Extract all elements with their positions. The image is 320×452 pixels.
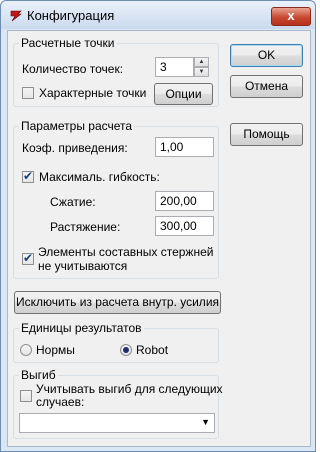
points-count-label: Количество точек: <box>22 62 124 76</box>
norms-radio[interactable] <box>20 344 32 356</box>
calc-points-group-title: Расчетные точки <box>19 36 117 50</box>
options-button[interactable]: Опции <box>154 83 213 105</box>
close-button[interactable]: x <box>271 7 311 26</box>
characteristic-points-checkbox[interactable] <box>22 87 34 99</box>
configuration-dialog: Конфигурация x Расчетные точки Количеств… <box>0 0 316 452</box>
composite-elements-checkbox[interactable] <box>22 251 34 265</box>
bending-cases-dropdown[interactable]: ▼ <box>19 413 215 433</box>
consider-bending-label-line1: Учитывать выгиб для следующих <box>36 382 223 396</box>
calc-params-group-title: Параметры расчета <box>19 119 135 133</box>
ok-button[interactable]: OK <box>230 44 303 67</box>
dropdown-arrow-icon[interactable]: ▼ <box>201 417 210 427</box>
norms-label: Нормы <box>36 343 75 357</box>
units-group-title: Единицы результатов <box>19 321 144 335</box>
max-flexibility-checkbox[interactable] <box>22 169 34 183</box>
points-count-spinner[interactable]: ▲ ▼ <box>194 57 209 77</box>
consider-bending-label-line2: случаев: <box>36 395 85 409</box>
close-icon: x <box>287 8 295 23</box>
bending-group-title: Выгиб <box>19 368 58 382</box>
cancel-button[interactable]: Отмена <box>230 75 303 98</box>
composite-elements-label-line2: не учитываются <box>38 259 128 273</box>
points-count-input[interactable]: 3 <box>155 57 194 77</box>
title-bar[interactable]: Конфигурация x <box>1 1 315 29</box>
robot-label: Robot <box>136 343 169 357</box>
robot-radio[interactable] <box>120 344 132 356</box>
dialog-client-area: Расчетные точки Количество точек: 3 ▲ ▼ … <box>7 30 311 447</box>
window-title: Конфигурация <box>27 8 115 23</box>
help-button[interactable]: Помощь <box>230 123 303 146</box>
composite-elements-label-line1: Элементы составных стержней <box>38 245 214 259</box>
compression-label: Сжатие: <box>50 195 96 209</box>
tension-input[interactable]: 300,00 <box>155 216 214 236</box>
reduction-coef-label: Коэф. приведения: <box>22 141 128 155</box>
spin-up-icon[interactable]: ▲ <box>194 57 209 67</box>
max-flexibility-label: Максималь. гибкость: <box>39 170 160 184</box>
app-icon <box>10 10 22 22</box>
consider-bending-checkbox[interactable] <box>20 390 32 402</box>
reduction-coef-input[interactable]: 1,00 <box>155 137 214 157</box>
compression-input[interactable]: 200,00 <box>155 191 214 211</box>
characteristic-points-label: Характерные точки <box>39 86 147 100</box>
exclude-internal-forces-button[interactable]: Исключить из расчета внутр. усилия <box>14 291 221 314</box>
tension-label: Растяжение: <box>50 220 121 234</box>
spin-down-icon[interactable]: ▼ <box>194 67 209 77</box>
